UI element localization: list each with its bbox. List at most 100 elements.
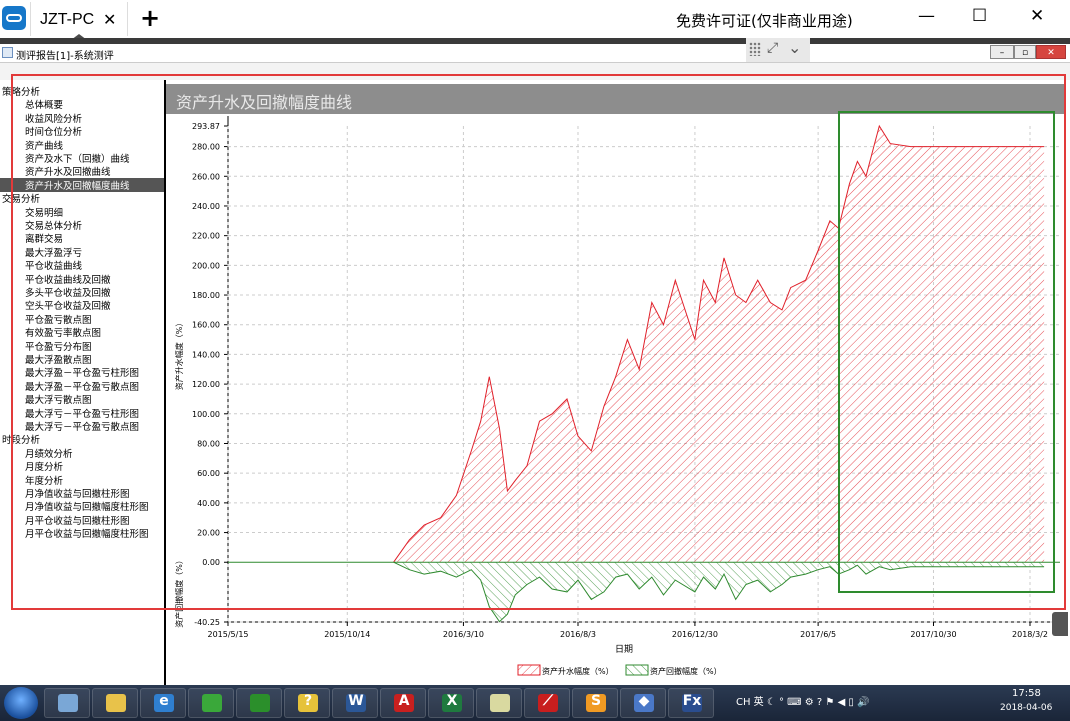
- tree-item[interactable]: 月度分析: [25, 459, 63, 473]
- app-minimize-button[interactable]: –: [990, 45, 1014, 59]
- y-tick-label: 160.00: [192, 321, 220, 330]
- frog-app-icon: [250, 694, 270, 712]
- tree-item[interactable]: 最大浮盈浮亏: [25, 245, 82, 259]
- y-tick-label: 100.00: [192, 410, 220, 419]
- tree-item[interactable]: 最大浮亏－平仓盈亏柱形图: [25, 406, 139, 420]
- y-tick-label: 180.00: [192, 291, 220, 300]
- tree-item[interactable]: 资产曲线: [25, 138, 63, 152]
- taskbar-app-button[interactable]: [476, 688, 522, 718]
- drawdown-series-area: [393, 562, 1045, 622]
- tree-item[interactable]: 收益风险分析: [25, 111, 82, 125]
- x-tick-label: 2018/3/2: [1012, 630, 1048, 639]
- taskbar-app-glyph: Fx: [682, 693, 702, 709]
- y-tick-label: 20.00: [197, 529, 220, 538]
- x-tick-label: 2015/5/15: [207, 630, 248, 639]
- tree-category[interactable]: 策略分析: [2, 84, 40, 98]
- clock-date[interactable]: 2018-04-06: [1000, 703, 1052, 713]
- tree-item[interactable]: 多头平仓收益及回撤: [25, 285, 111, 299]
- tree-item[interactable]: 资产及水下（回撤）曲线: [25, 151, 130, 165]
- app-window-controls: – ▫ ✕: [990, 45, 1068, 60]
- tree-item[interactable]: 资产升水及回撤曲线: [25, 164, 111, 178]
- tree-item[interactable]: 交易明细: [25, 205, 63, 219]
- taskbar-app-button[interactable]: [44, 688, 90, 718]
- start-button[interactable]: [4, 687, 38, 719]
- taskbar-app-button[interactable]: [92, 688, 138, 718]
- x-tick-label: 2016/3/10: [443, 630, 484, 639]
- maximize-button[interactable]: ☐: [972, 6, 987, 26]
- teamviewer-side-handle[interactable]: [1052, 612, 1068, 636]
- tree-item[interactable]: 月净值收益与回撤幅度柱形图: [25, 499, 149, 513]
- y-tick-label: 40.00: [197, 499, 220, 508]
- taskbar-app-glyph: ?: [303, 693, 313, 709]
- clock-time[interactable]: 17:58: [1012, 688, 1041, 699]
- app-close-button[interactable]: ✕: [1036, 45, 1066, 59]
- taskbar-app-button[interactable]: X: [428, 688, 474, 718]
- tree-item[interactable]: 月绩效分析: [25, 446, 73, 460]
- tree-item[interactable]: 有效盈亏率散点图: [25, 325, 101, 339]
- upside-series-area: [393, 126, 1045, 563]
- x-axis-label: 日期: [615, 644, 633, 655]
- taskbar-app-button[interactable]: A: [380, 688, 426, 718]
- taskbar-app-button[interactable]: [188, 688, 234, 718]
- taskbar-app-button[interactable]: ⟋: [524, 688, 570, 718]
- tree-item[interactable]: 月平仓收益与回撤柱形图: [25, 513, 130, 527]
- tree-item[interactable]: 年度分析: [25, 473, 63, 487]
- y-tick-label: 140.00: [192, 350, 220, 359]
- tree-item[interactable]: 月平仓收益与回撤幅度柱形图: [25, 526, 149, 540]
- tree-item[interactable]: 时间仓位分析: [25, 124, 82, 138]
- drag-grip-icon[interactable]: [749, 42, 761, 56]
- explorer-icon: [106, 694, 126, 712]
- tree-item[interactable]: 最大浮盈－平仓盈亏柱形图: [25, 365, 139, 379]
- tree-item[interactable]: 平仓收益曲线及回撤: [25, 272, 111, 286]
- taskbar-app-button[interactable]: ?: [284, 688, 330, 718]
- tree-item[interactable]: 最大浮盈－平仓盈亏散点图: [25, 379, 139, 393]
- tree-item[interactable]: 空头平仓收益及回撤: [25, 298, 111, 312]
- drawdown-chart: 293.87 280.00 260.00 240.00 220.00 200.00 180.…: [174, 116, 1060, 676]
- y-tick-label: 280.00: [192, 143, 220, 152]
- chevron-down-icon[interactable]: ⌄: [788, 38, 801, 57]
- close-window-button[interactable]: ✕: [1030, 6, 1044, 26]
- tree-item[interactable]: 总体概要: [25, 97, 63, 111]
- tree-item[interactable]: 平仓盈亏散点图: [25, 312, 92, 326]
- teamviewer-panel-handle[interactable]: ⤢ ⌄: [746, 38, 810, 62]
- tree-category[interactable]: 时段分析: [2, 432, 40, 446]
- windows-taskbar: e? W A X ⟋ S ◆ Fx CH 英 ☾ ° ⌨ ⚙ ? ⚑ ◀ ▯ 🔊: [0, 685, 1070, 721]
- teamviewer-logo-icon[interactable]: [2, 6, 26, 30]
- taskbar-app-button[interactable]: e: [140, 688, 186, 718]
- tree-item-selected[interactable]: 资产升水及回撤幅度曲线: [0, 177, 164, 192]
- license-notice: 免费许可证(仅非商业用途): [676, 12, 853, 30]
- report-navigation-tree: 策略分析 总体概要 收益风险分析 时间仓位分析 资产曲线 资产及水下（回撤）曲线 资产升水及…: [0, 80, 166, 685]
- tree-item[interactable]: 离群交易: [25, 231, 63, 245]
- legend-label-upper: 资产升水幅度（%）: [542, 666, 614, 676]
- y-tick-label: 60.00: [197, 469, 220, 478]
- taskbar-app-button[interactable]: W: [332, 688, 378, 718]
- taskbar-app-glyph: W: [348, 693, 364, 709]
- taskbar-app-button[interactable]: S: [572, 688, 618, 718]
- tree-category[interactable]: 交易分析: [2, 191, 40, 205]
- taskbar-app-button[interactable]: ◆: [620, 688, 666, 718]
- new-tab-button[interactable]: +: [140, 4, 160, 32]
- taskbar-app-glyph: A: [398, 693, 410, 709]
- taskbar-app-button[interactable]: Fx: [668, 688, 714, 718]
- y-axis-label-upper: 资产升水幅度（%）: [174, 319, 184, 391]
- fullscreen-icon[interactable]: ⤢: [767, 40, 778, 56]
- session-tab[interactable]: JZT-PC ✕: [30, 2, 128, 40]
- app-maximize-button[interactable]: ▫: [1014, 45, 1036, 59]
- tree-item[interactable]: 最大浮亏－平仓盈亏散点图: [25, 419, 139, 433]
- close-tab-icon[interactable]: ✕: [103, 10, 116, 29]
- tree-item[interactable]: 最大浮盈散点图: [25, 352, 92, 366]
- minimize-button[interactable]: —: [918, 6, 935, 26]
- tree-item[interactable]: 交易总体分析: [25, 218, 82, 232]
- tree-item[interactable]: 月净值收益与回撤柱形图: [25, 486, 130, 500]
- y-tick-label: 220.00: [192, 232, 220, 241]
- y-tick-label: 200.00: [192, 261, 220, 270]
- taskbar-app-button[interactable]: [236, 688, 282, 718]
- legend-swatch-upper: [517, 664, 541, 676]
- tree-item[interactable]: 最大浮亏散点图: [25, 392, 92, 406]
- y-tick-label: 80.00: [197, 439, 220, 448]
- tree-item[interactable]: 平仓盈亏分布图: [25, 339, 92, 353]
- legend-swatch-lower: [625, 664, 649, 676]
- tray-icons[interactable]: CH 英 ☾ ° ⌨ ⚙ ? ⚑ ◀ ▯ 🔊: [736, 693, 870, 708]
- tree-item[interactable]: 平仓收益曲线: [25, 258, 82, 272]
- app-title-bar: 测评报告[1]-系统测评: [0, 44, 1070, 63]
